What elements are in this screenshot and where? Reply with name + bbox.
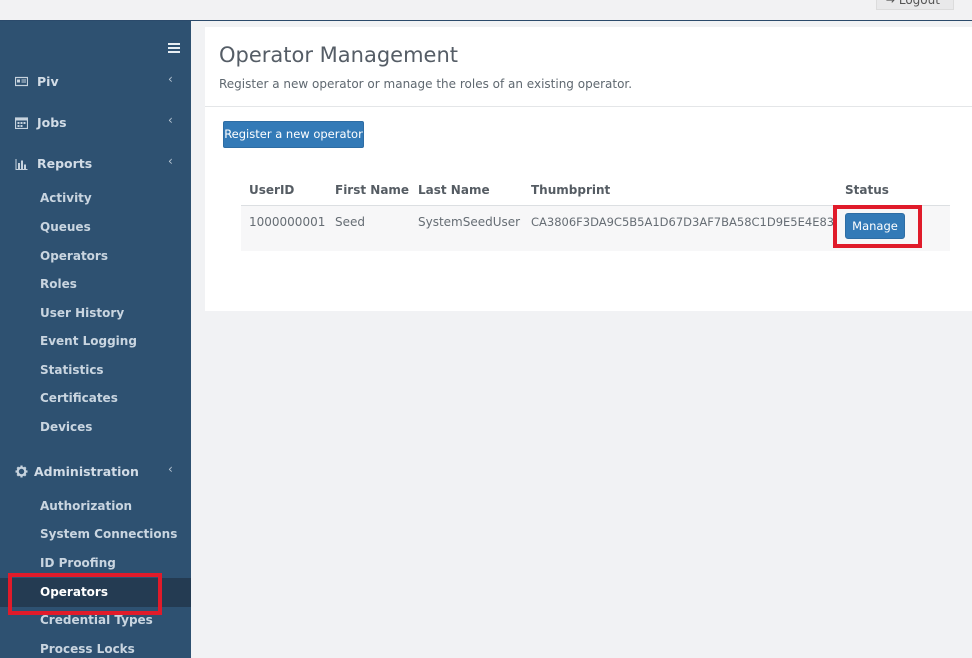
bar-chart-icon bbox=[15, 159, 28, 170]
chevron-left-icon: ‹ bbox=[168, 72, 173, 86]
sidebar-item-report-operators[interactable]: Operators bbox=[0, 244, 191, 270]
sidebar-item-process-locks[interactable]: Process Locks bbox=[0, 637, 191, 658]
sidebar-item-piv[interactable]: Piv ‹ bbox=[0, 71, 191, 93]
hamburger-icon[interactable] bbox=[168, 43, 180, 53]
sidebar-item-label: Credential Types bbox=[40, 613, 153, 627]
page-title: Operator Management bbox=[219, 43, 459, 67]
divider bbox=[205, 106, 972, 107]
highlight-box bbox=[8, 573, 162, 615]
calendar-icon bbox=[15, 117, 28, 129]
id-card-icon bbox=[15, 76, 28, 87]
sidebar-item-statistics[interactable]: Statistics bbox=[0, 358, 191, 384]
sidebar-item-label: Devices bbox=[40, 420, 93, 434]
cell-last-name: SystemSeedUser bbox=[418, 215, 521, 229]
cell-userid: 1000000001 bbox=[249, 215, 326, 229]
chevron-left-icon: ‹ bbox=[168, 154, 173, 168]
column-header-userid: UserID bbox=[249, 183, 295, 197]
sidebar-item-label: Queues bbox=[40, 220, 91, 234]
cell-first-name: Seed bbox=[335, 215, 365, 229]
logout-button[interactable]: ↪ Logout bbox=[876, 0, 954, 10]
sidebar-item-label: Process Locks bbox=[40, 642, 135, 656]
operator-management-panel: Operator Management Register a new opera… bbox=[205, 27, 972, 311]
sidebar-item-label: Authorization bbox=[40, 499, 133, 513]
sidebar-item-event-logging[interactable]: Event Logging bbox=[0, 329, 191, 355]
sidebar-item-label: System Connections bbox=[40, 527, 178, 541]
sidebar-item-jobs[interactable]: Jobs ‹ bbox=[0, 112, 191, 134]
sidebar-item-devices[interactable]: Devices bbox=[0, 415, 191, 441]
sidebar-item-label: Jobs bbox=[37, 115, 67, 130]
sidebar-item-label: ID Proofing bbox=[40, 556, 116, 570]
column-header-first-name: First Name bbox=[335, 183, 410, 197]
sidebar-item-administration[interactable]: Administration ‹ bbox=[0, 461, 191, 483]
cell-thumbprint: CA3806F3DA9C5B5A1D67D3AF7BA58C1D9E5E4E83 bbox=[531, 215, 835, 229]
column-header-last-name: Last Name bbox=[418, 183, 490, 197]
sidebar-item-reports[interactable]: Reports ‹ bbox=[0, 153, 191, 175]
top-bar: ↪ Logout bbox=[0, 0, 972, 21]
register-operator-button[interactable]: Register a new operator bbox=[223, 121, 364, 148]
sidebar-item-label: Piv bbox=[37, 74, 59, 89]
sidebar-item-label: Event Logging bbox=[40, 334, 137, 348]
gear-icon bbox=[15, 465, 28, 478]
chevron-left-icon: ‹ bbox=[168, 462, 173, 476]
sidebar-item-certificates[interactable]: Certificates bbox=[0, 386, 191, 412]
sidebar-item-label: Roles bbox=[40, 277, 77, 291]
sidebar-item-label: User History bbox=[40, 306, 125, 320]
chevron-left-icon: ‹ bbox=[168, 113, 173, 127]
sidebar-item-label: Reports bbox=[37, 156, 93, 171]
sidebar-item-queues[interactable]: Queues bbox=[0, 215, 191, 241]
sidebar-item-label: Activity bbox=[40, 191, 92, 205]
sidebar: Piv ‹ Jobs ‹ Reports ‹ Activity Queues O… bbox=[0, 21, 191, 658]
column-header-status: Status bbox=[845, 183, 889, 197]
highlight-box bbox=[833, 205, 922, 248]
column-header-thumbprint: Thumbprint bbox=[531, 183, 611, 197]
sidebar-item-label: Administration bbox=[34, 464, 139, 479]
sidebar-item-authorization[interactable]: Authorization bbox=[0, 494, 191, 520]
sidebar-item-user-history[interactable]: User History bbox=[0, 301, 191, 327]
sidebar-item-label: Operators bbox=[40, 249, 108, 263]
sidebar-item-label: Statistics bbox=[40, 363, 104, 377]
page-subtitle: Register a new operator or manage the ro… bbox=[219, 77, 633, 91]
sidebar-item-roles[interactable]: Roles bbox=[0, 272, 191, 298]
sidebar-item-system-connections[interactable]: System Connections bbox=[0, 522, 191, 548]
sidebar-item-label: Certificates bbox=[40, 391, 118, 405]
sidebar-item-activity[interactable]: Activity bbox=[0, 186, 191, 212]
